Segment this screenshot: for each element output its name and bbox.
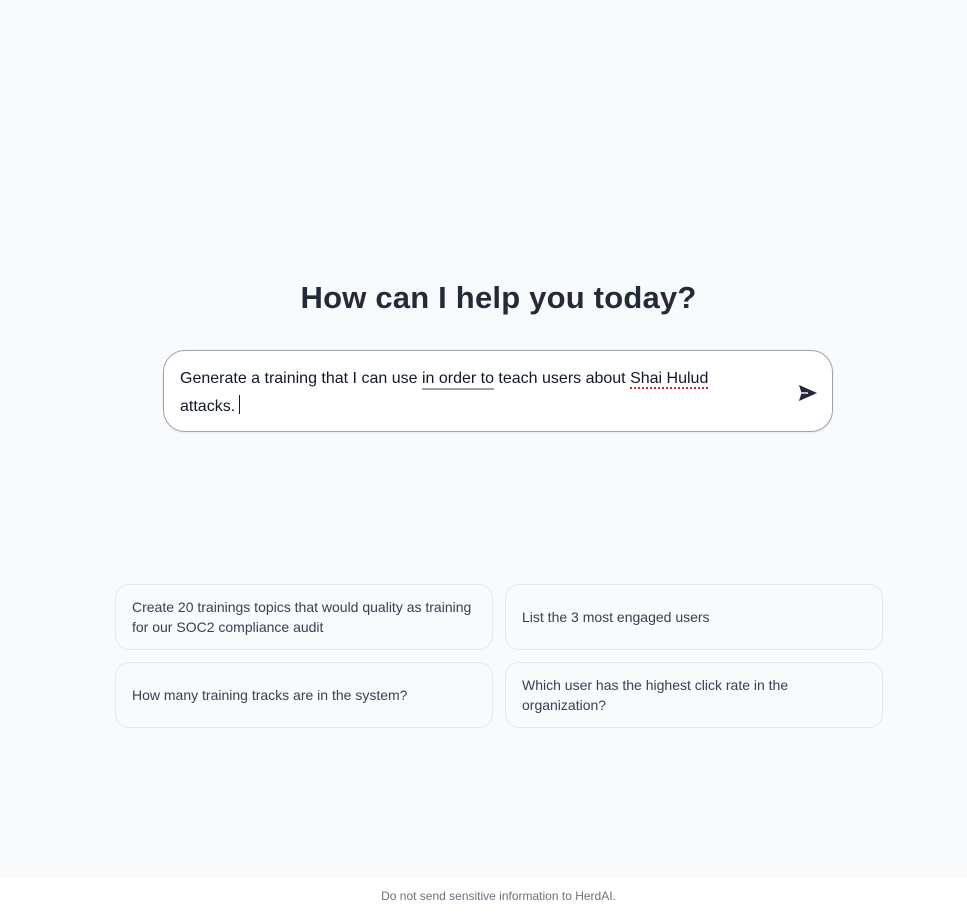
suggestion-card[interactable]: How many training tracks are in the syst… [115, 662, 493, 728]
prompt-text-part: Generate a training that I can use [180, 370, 422, 387]
suggestion-grid: Create 20 trainings topics that would qu… [115, 584, 883, 728]
page-title: How can I help you today? [300, 280, 697, 315]
send-button[interactable] [796, 381, 820, 405]
prompt-text-part: attacks. [180, 398, 236, 415]
disclaimer-text: Do not send sensitive information to Her… [381, 889, 616, 903]
suggestion-card[interactable]: List the 3 most engaged users [505, 584, 883, 650]
footer: Do not send sensitive information to Her… [0, 877, 967, 914]
suggestion-card[interactable]: Create 20 trainings topics that would qu… [115, 584, 493, 650]
main-area: How can I help you today? Generate a tra… [0, 0, 967, 877]
text-cursor [239, 395, 241, 414]
grammar-suggestion[interactable]: in order to [422, 370, 494, 387]
chat-page: How can I help you today? Generate a tra… [0, 0, 967, 914]
prompt-text[interactable]: Generate a training that I can use in or… [180, 365, 760, 421]
send-icon [799, 385, 817, 401]
suggestion-card[interactable]: Which user has the highest click rate in… [505, 662, 883, 728]
prompt-text-part: teach users about [493, 370, 631, 387]
prompt-input[interactable]: Generate a training that I can use in or… [163, 350, 833, 432]
spelling-error[interactable]: Shai Hulud [630, 370, 708, 387]
